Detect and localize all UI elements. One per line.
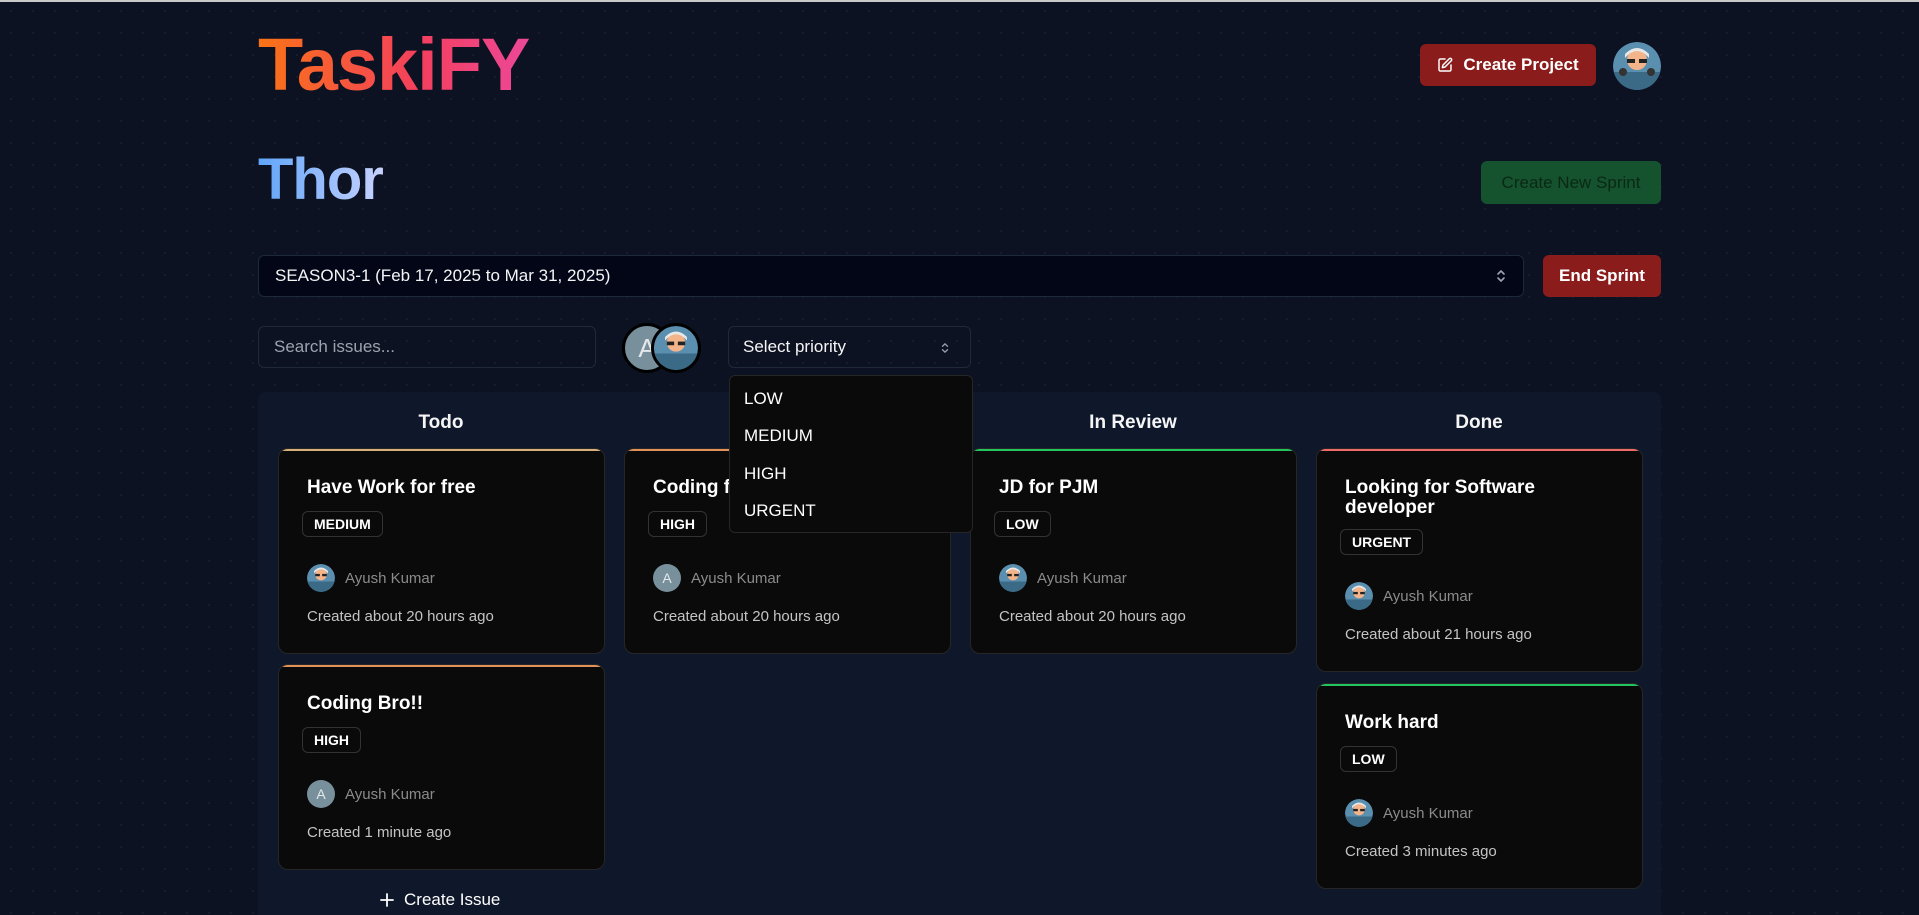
avatar: A	[307, 780, 335, 808]
assignee-name: Ayush Kumar	[1383, 804, 1473, 822]
created-time: Created about 20 hours ago	[999, 608, 1186, 625]
project-title: Thor	[258, 145, 384, 215]
priority-badge: HIGH	[648, 511, 707, 537]
column-header-todo: Todo	[418, 412, 464, 433]
priority-badge: LOW	[994, 511, 1051, 537]
window-top-border	[0, 0, 1919, 2]
chevron-up-down-icon	[1497, 270, 1505, 282]
issue-title: Looking for Software developer	[1345, 477, 1535, 518]
issue-card[interactable]: JD for PJM LOW Ayush Kumar Created about…	[970, 448, 1297, 654]
create-new-sprint-button[interactable]: Create New Sprint	[1481, 161, 1661, 204]
priority-badge: HIGH	[302, 727, 361, 753]
issue-title: Have Work for free	[307, 477, 476, 498]
priority-option-medium[interactable]: MEDIUM	[730, 418, 972, 456]
app-logo[interactable]: TaskiFY	[258, 22, 530, 108]
sprint-select[interactable]: SEASON3-1 (Feb 17, 2025 to Mar 31, 2025)	[258, 255, 1524, 297]
priority-select[interactable]: Select priority	[728, 326, 971, 368]
card-accent-bar	[1317, 684, 1642, 686]
avatar	[1345, 582, 1373, 610]
issue-title: Coding fr	[653, 477, 738, 498]
issue-title: JD for PJM	[999, 477, 1099, 498]
issue-assignee: A Ayush Kumar	[307, 780, 435, 808]
create-issue-button[interactable]: Create Issue	[380, 890, 500, 910]
create-issue-label: Create Issue	[404, 890, 501, 909]
sprint-select-value: SEASON3-1 (Feb 17, 2025 to Mar 31, 2025)	[275, 266, 611, 285]
column-header-done: Done	[1455, 412, 1503, 433]
priority-badge: LOW	[1340, 746, 1397, 772]
create-project-button[interactable]: Create Project	[1420, 44, 1596, 86]
created-time: Created 3 minutes ago	[1345, 843, 1497, 860]
assignee-name: Ayush Kumar	[345, 569, 435, 587]
user-avatar[interactable]	[1613, 42, 1661, 90]
chevron-up-down-icon	[941, 343, 949, 353]
card-accent-bar	[1317, 449, 1642, 451]
assignee-name: Ayush Kumar	[691, 569, 781, 587]
priority-badge: MEDIUM	[302, 511, 383, 537]
assignee-name: Ayush Kumar	[1037, 569, 1127, 587]
created-time: Created about 20 hours ago	[653, 608, 840, 625]
issue-title: Coding Bro!!	[307, 693, 424, 714]
card-accent-bar	[279, 449, 604, 451]
assignee-filter-avatar[interactable]	[651, 323, 701, 373]
avatar: A	[653, 564, 681, 592]
avatar	[1345, 799, 1373, 827]
issue-assignee: Ayush Kumar	[999, 564, 1127, 592]
card-accent-bar	[971, 449, 1296, 451]
priority-option-high[interactable]: HIGH	[730, 455, 972, 493]
priority-option-low[interactable]: LOW	[730, 380, 972, 418]
priority-badge: URGENT	[1340, 529, 1424, 555]
created-time: Created about 20 hours ago	[307, 608, 494, 625]
plus-icon	[380, 893, 394, 907]
column-header-in-review: In Review	[1089, 412, 1177, 433]
created-time: Created 1 minute ago	[307, 824, 452, 841]
issue-card[interactable]: Looking for Software developer URGENT Ay…	[1316, 448, 1643, 672]
issue-assignee: Ayush Kumar	[307, 564, 435, 592]
issue-title: Work hard	[1345, 712, 1439, 733]
search-input[interactable]	[258, 326, 596, 368]
create-project-label: Create Project	[1463, 55, 1579, 74]
assignee-name: Ayush Kumar	[1383, 587, 1473, 605]
avatar	[999, 564, 1027, 592]
created-time: Created about 21 hours ago	[1345, 626, 1532, 643]
issue-assignee: Ayush Kumar	[1345, 582, 1473, 610]
edit-icon	[1438, 57, 1453, 72]
issue-card[interactable]: Have Work for free MEDIUM Ayush Kumar Cr…	[278, 448, 605, 654]
issue-card[interactable]: Coding Bro!! HIGH A Ayush Kumar Created …	[278, 664, 605, 870]
issue-card[interactable]: Work hard LOW Ayush Kumar Created 3 minu…	[1316, 683, 1643, 889]
issue-assignee: Ayush Kumar	[1345, 799, 1473, 827]
end-sprint-button[interactable]: End Sprint	[1543, 255, 1661, 297]
card-accent-bar	[279, 665, 604, 667]
issue-assignee: A Ayush Kumar	[653, 564, 781, 592]
avatar	[307, 564, 335, 592]
priority-select-value: Select priority	[743, 337, 846, 356]
priority-option-urgent[interactable]: URGENT	[730, 493, 972, 531]
priority-dropdown-menu: LOW MEDIUM HIGH URGENT	[729, 375, 973, 533]
assignee-name: Ayush Kumar	[345, 785, 435, 803]
